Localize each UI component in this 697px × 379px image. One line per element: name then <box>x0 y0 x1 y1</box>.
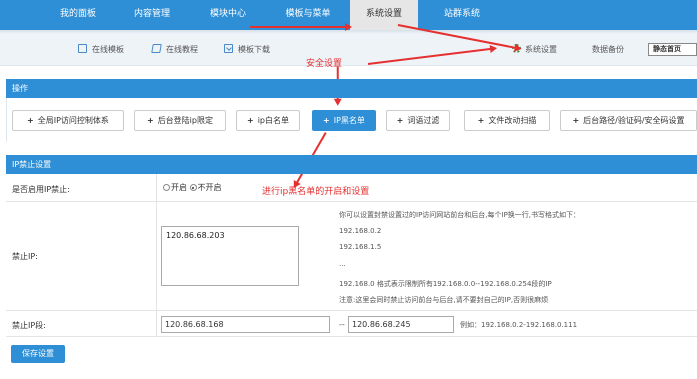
system-settings-label: 系统设置 <box>525 45 557 54</box>
plus-icon: + <box>27 116 34 125</box>
template-download-label: 模板下载 <box>238 45 270 54</box>
template-download-link[interactable]: 模板下载 <box>224 43 270 57</box>
radio-disable-label: 不开启 <box>197 183 222 192</box>
annotation-arrow-1 <box>250 23 352 30</box>
plus-icon: + <box>323 116 330 125</box>
data-backup-link[interactable]: 数据备份 <box>592 43 624 57</box>
row-divider <box>156 174 157 201</box>
help-line-6: 注意:这里会同时禁止访问前台与后台,请不要封自己的IP,否则很麻烦 <box>339 296 549 304</box>
help-line-2: 192.168.0.2 <box>339 227 382 235</box>
download-icon <box>224 44 233 53</box>
help-line-5: 192.168.0 格式表示限制所有192.168.0.0--192.168.0… <box>339 280 552 288</box>
ban-range-from-input[interactable] <box>161 316 330 333</box>
word-filter-label: 词语过滤 <box>407 116 440 125</box>
ipban-panel-title: IP禁止设置 <box>6 155 697 174</box>
help-line-1: 你可以设置封禁设置过的IP访问网站前台和后台,每个IP换一行,书写格式如下： <box>339 211 581 219</box>
online-templates-label: 在线模板 <box>92 45 124 54</box>
plus-icon: + <box>572 116 580 125</box>
plus-icon: + <box>477 116 485 125</box>
sub-nav: 在线模板 在线教程 模板下载 系统设置 数据备份 静态首页 <box>0 30 697 66</box>
admin-path-settings-label: 后台路径/验证码/安全码设置 <box>583 116 685 125</box>
tab-site-group[interactable]: 站群系统 <box>430 0 494 30</box>
enable-radio-group: 开启 不开启 <box>163 182 222 193</box>
ban-ip-label: 禁止IP: <box>12 252 38 261</box>
plus-icon: + <box>396 116 404 125</box>
ip-whitelist-button[interactable]: + ip白名单 <box>236 110 300 131</box>
monitor-icon <box>78 44 87 53</box>
help-line-4: ... <box>339 260 346 268</box>
radio-enable[interactable] <box>163 184 170 191</box>
plus-icon: + <box>146 116 154 125</box>
admin-path-settings-button[interactable]: + 后台路径/验证码/安全码设置 <box>560 110 697 131</box>
admin-login-ip-button[interactable]: + 后台登陆ip限定 <box>134 110 226 131</box>
tab-my-panel[interactable]: 我的面板 <box>42 0 114 30</box>
global-ip-control-label: 全局IP访问控制体系 <box>37 116 109 125</box>
file-scan-label: 文件改动扫描 <box>488 116 537 125</box>
range-example: 例如：192.168.0.2-192.168.0.111 <box>460 321 578 329</box>
help-line-3: 192.168.1.5 <box>339 243 382 251</box>
online-tutorials-label: 在线教程 <box>166 45 198 54</box>
enable-label: 是否启用IP禁止: <box>12 185 70 194</box>
radio-enable-label: 开启 <box>171 183 187 192</box>
ip-whitelist-label: ip白名单 <box>257 116 289 125</box>
ip-blacklist-button[interactable]: + IP黑名单 <box>312 110 376 131</box>
ops-panel-title: 操作 <box>6 79 697 98</box>
range-separator: -- <box>339 320 345 329</box>
word-filter-button[interactable]: + 词语过滤 <box>386 110 450 131</box>
ban-range-label: 禁止IP段: <box>12 321 46 330</box>
radio-disable[interactable] <box>189 184 197 191</box>
ip-blacklist-label: IP黑名单 <box>333 116 365 125</box>
row-divider <box>156 202 157 310</box>
tab-content-management[interactable]: 内容管理 <box>120 0 184 30</box>
row-divider <box>156 311 157 336</box>
online-templates-link[interactable]: 在线模板 <box>78 43 124 57</box>
homepage-mode-select[interactable]: 静态首页 <box>648 43 697 56</box>
file-scan-button[interactable]: + 文件改动扫描 <box>464 110 550 131</box>
global-ip-control-button[interactable]: + 全局IP访问控制体系 <box>12 110 124 131</box>
book-icon <box>151 44 162 53</box>
ban-range-to-input[interactable] <box>348 316 454 333</box>
ban-ip-textarea[interactable]: 120.86.68.203 <box>161 226 299 286</box>
plus-icon: + <box>246 116 254 125</box>
admin-login-ip-label: 后台登陆ip限定 <box>157 116 213 125</box>
enable-row: 是否启用IP禁止: 开启 不开启 <box>6 174 697 202</box>
save-settings-button[interactable]: 保存设置 <box>11 345 65 363</box>
online-tutorials-link[interactable]: 在线教程 <box>151 43 198 57</box>
